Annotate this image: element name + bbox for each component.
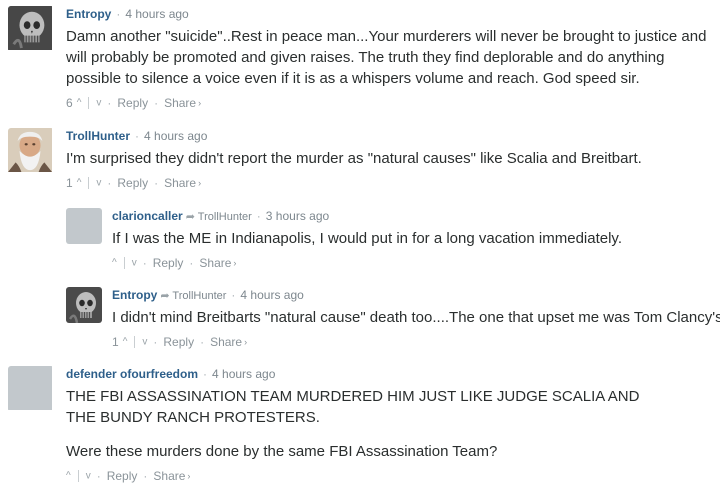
share-link[interactable]: Share — [210, 335, 242, 349]
downvote-icon[interactable]: v — [142, 336, 147, 347]
share-link[interactable]: Share — [164, 96, 196, 110]
footer-separator: · — [142, 255, 147, 270]
in-reply-to[interactable]: ➦ TrollHunter — [186, 211, 252, 223]
reply-to-name: TrollHunter — [197, 211, 252, 223]
avatar[interactable] — [8, 6, 54, 52]
author-name[interactable]: clarioncaller — [112, 209, 183, 223]
upvote-icon[interactable]: ^ — [77, 97, 82, 108]
footer-separator: · — [96, 468, 101, 483]
footer-separator: · — [200, 334, 205, 349]
author-name[interactable]: TrollHunter — [66, 129, 130, 143]
reply-link[interactable]: Reply — [153, 256, 184, 270]
meta-separator: · — [256, 209, 261, 223]
comment-footer: 6 ^ v · Reply · Share › — [66, 95, 713, 111]
meta-separator: · — [135, 129, 140, 143]
comment-meta: defender ofourfreedom · 4 hours ago — [66, 366, 666, 382]
comment-text: Damn another "suicide"..Rest in peace ma… — [66, 26, 713, 89]
vote-divider — [123, 256, 125, 269]
comment-text: I'm surprised they didn't report the mur… — [66, 148, 713, 169]
reply-link[interactable]: Reply — [163, 335, 194, 349]
author-name[interactable]: Entropy — [112, 288, 157, 302]
share-caret-icon: › — [187, 470, 191, 481]
reply-arrow-icon: ➦ — [185, 211, 195, 223]
downvote-icon[interactable]: v — [132, 257, 137, 268]
meta-separator: · — [203, 367, 208, 381]
reply-link[interactable]: Reply — [107, 469, 138, 483]
comment-meta: Entropy · 4 hours ago — [66, 6, 713, 22]
footer-separator: · — [153, 334, 158, 349]
avatar[interactable] — [8, 128, 54, 174]
author-name[interactable]: defender ofourfreedom — [66, 367, 198, 381]
in-reply-to[interactable]: ➦ TrollHunter — [160, 290, 226, 302]
share-link[interactable]: Share — [164, 176, 196, 190]
downvote-icon[interactable]: v — [96, 177, 101, 188]
comment-footer: ^ v · Reply · Share › — [112, 255, 712, 271]
default-avatar-icon — [8, 366, 52, 410]
comment-paragraph: I didn't mind Breitbarts "natural cause"… — [112, 309, 720, 326]
share-caret-icon: › — [198, 97, 202, 108]
comment-meta: clarioncaller ➦ TrollHunter · 3 hours ago — [112, 208, 712, 224]
reply-arrow-icon: ➦ — [160, 290, 170, 302]
downvote-icon[interactable]: v — [96, 97, 101, 108]
comment-paragraph: THE FBI ASSASSINATION TEAM MURDERED HIM … — [66, 388, 640, 426]
upvote-icon[interactable]: ^ — [77, 177, 82, 188]
comment-text: I didn't mind Breitbarts "natural cause"… — [112, 307, 720, 328]
comment-footer: ^ v · Reply · Share › — [66, 468, 666, 484]
comment-text: If I was the ME in Indianapolis, I would… — [112, 228, 712, 249]
upvote-icon[interactable]: ^ — [66, 470, 71, 481]
timestamp[interactable]: 4 hours ago — [212, 367, 275, 381]
footer-separator: · — [107, 175, 112, 190]
vote-divider — [88, 176, 90, 189]
upvote-icon[interactable]: ^ — [112, 257, 117, 268]
vote-divider — [134, 335, 136, 348]
comment-meta: TrollHunter · 4 hours ago — [66, 128, 713, 144]
default-avatar-icon — [66, 208, 102, 244]
upvote-icon[interactable]: ^ — [123, 336, 128, 347]
comment-paragraph: Damn another "suicide"..Rest in peace ma… — [66, 28, 707, 87]
footer-separator: · — [143, 468, 148, 483]
meta-separator: · — [231, 288, 236, 302]
comment-footer: 1 ^ v · Reply · Share › — [66, 175, 713, 191]
skull-avatar-icon — [66, 287, 102, 323]
avatar[interactable] — [66, 208, 102, 244]
vote-count: 6 — [66, 95, 73, 110]
timestamp[interactable]: 3 hours ago — [266, 209, 329, 223]
author-name[interactable]: Entropy — [66, 7, 111, 21]
vote-divider — [77, 469, 79, 482]
timestamp[interactable]: 4 hours ago — [144, 129, 207, 143]
comment-paragraph: If I was the ME in Indianapolis, I would… — [112, 230, 622, 247]
share-caret-icon: › — [244, 336, 248, 347]
share-caret-icon: › — [233, 257, 237, 268]
vote-count: 1 — [112, 334, 119, 349]
footer-separator: · — [189, 255, 194, 270]
vote-divider — [88, 96, 90, 109]
timestamp[interactable]: 4 hours ago — [125, 7, 188, 21]
reply-to-name: TrollHunter — [172, 290, 227, 302]
avatar[interactable] — [66, 287, 102, 323]
skull-avatar-icon — [8, 6, 52, 50]
share-link[interactable]: Share — [153, 469, 185, 483]
footer-separator: · — [107, 95, 112, 110]
comment-paragraph: I'm surprised they didn't report the mur… — [66, 150, 642, 167]
old-man-avatar-icon — [8, 128, 52, 172]
downvote-icon[interactable]: v — [86, 470, 91, 481]
timestamp[interactable]: 4 hours ago — [240, 288, 303, 302]
meta-separator: · — [116, 7, 121, 21]
comment-text: THE FBI ASSASSINATION TEAM MURDERED HIM … — [66, 386, 666, 462]
comment-footer: 1 ^ v · Reply · Share › — [112, 334, 720, 350]
footer-separator: · — [154, 95, 159, 110]
reply-link[interactable]: Reply — [117, 96, 148, 110]
reply-link[interactable]: Reply — [117, 176, 148, 190]
comment-meta: Entropy ➦ TrollHunter · 4 hours ago — [112, 287, 720, 303]
avatar[interactable] — [8, 366, 54, 412]
comment-paragraph: Were these murders done by the same FBI … — [66, 443, 498, 460]
share-link[interactable]: Share — [199, 256, 231, 270]
share-caret-icon: › — [198, 177, 202, 188]
footer-separator: · — [154, 175, 159, 190]
vote-count: 1 — [66, 175, 73, 190]
